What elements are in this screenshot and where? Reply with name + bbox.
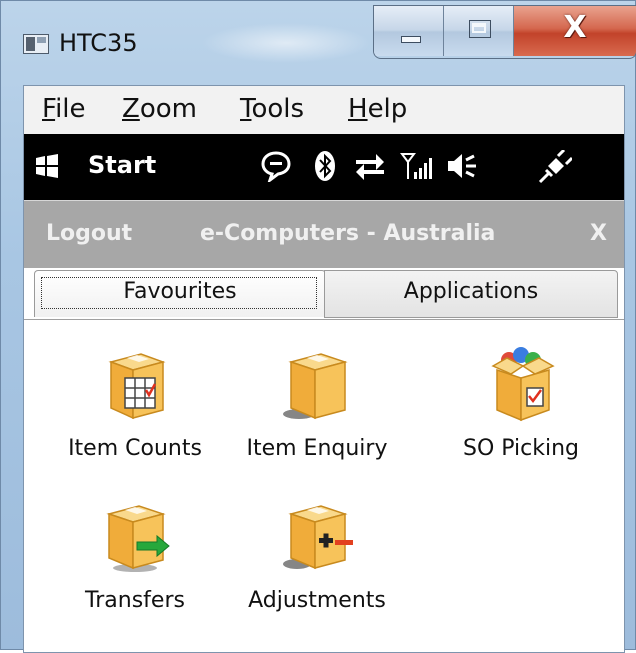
menu-zoom-mnemonic: Z <box>122 94 140 124</box>
tab-applications[interactable]: Applications <box>324 270 618 318</box>
window-title: HTC35 <box>59 29 138 57</box>
transfers-box-icon <box>106 505 170 572</box>
app-item-enquiry-label: Item Enquiry <box>246 436 388 461</box>
app-item-counts[interactable]: Item Counts <box>50 344 220 484</box>
bluetooth-icon[interactable] <box>314 150 336 182</box>
app-adjustments-label: Adjustments <box>248 588 386 613</box>
adjustments-box-icon <box>283 505 353 570</box>
app-so-picking-label: SO Picking <box>462 436 580 461</box>
title-bar-glow <box>201 23 371 63</box>
tab-favourites-label: Favourites <box>123 279 237 304</box>
tab-strip: Favourites Applications <box>24 268 624 320</box>
app-item-counts-label: Item Counts <box>68 436 202 461</box>
menu-help-mnemonic: H <box>348 94 368 124</box>
speaker-icon[interactable] <box>444 150 480 182</box>
application-window: HTC35 X File Zoom Tools Help Start Logou… <box>0 0 636 653</box>
menu-zoom-label: oom <box>139 94 197 124</box>
windows-flag-icon[interactable] <box>34 154 60 178</box>
app-transfers[interactable]: Transfers <box>50 496 220 636</box>
status-header: Logout e-Computers - Australia X <box>24 200 624 269</box>
logout-button[interactable]: Logout <box>46 221 132 246</box>
app-so-picking[interactable]: SO Picking <box>436 344 606 484</box>
close-button[interactable]: X <box>514 6 636 56</box>
app-icon <box>23 34 49 54</box>
signal-strength-icon[interactable] <box>400 150 436 182</box>
title-bar[interactable]: HTC35 X <box>1 1 636 85</box>
status-close-button[interactable]: X <box>590 221 607 246</box>
so-picking-box-icon <box>491 347 555 422</box>
tab-favourites[interactable]: Favourites <box>34 270 326 317</box>
app-adjustments[interactable]: Adjustments <box>232 496 402 636</box>
start-button[interactable]: Start <box>88 151 156 179</box>
messaging-icon[interactable] <box>260 150 292 182</box>
menu-file-label: ile <box>55 94 86 124</box>
power-plug-icon[interactable] <box>536 150 572 184</box>
tab-applications-label: Applications <box>403 279 539 304</box>
menu-bar: File Zoom Tools Help <box>24 86 624 134</box>
company-name: e-Computers - Australia <box>200 221 496 246</box>
menu-help[interactable]: Help <box>348 94 407 124</box>
maximize-button[interactable] <box>444 6 514 56</box>
minimize-icon <box>401 36 421 43</box>
item-counts-box-icon <box>108 353 166 420</box>
menu-tools[interactable]: Tools <box>240 94 304 124</box>
favourites-panel: Item Counts Item Enquiry SO Picking Tran… <box>24 320 624 652</box>
menu-tools-label: ools <box>251 94 305 124</box>
menu-help-label: elp <box>367 94 408 124</box>
item-enquiry-box-icon <box>283 353 348 420</box>
minimize-button[interactable] <box>374 6 444 56</box>
menu-zoom[interactable]: Zoom <box>122 94 197 124</box>
window-caption-buttons: X <box>373 5 636 59</box>
maximize-icon <box>469 20 491 38</box>
menu-file-mnemonic: F <box>42 94 56 124</box>
menu-tools-mnemonic: T <box>240 94 252 124</box>
app-transfers-label: Transfers <box>85 588 185 613</box>
device-taskbar: Start <box>24 134 624 200</box>
menu-file[interactable]: File <box>42 94 86 124</box>
sync-arrows-icon[interactable] <box>354 150 386 182</box>
close-icon: X <box>563 10 587 45</box>
app-item-enquiry[interactable]: Item Enquiry <box>232 344 402 484</box>
device-screen: File Zoom Tools Help Start Logout e-Comp… <box>23 85 625 653</box>
